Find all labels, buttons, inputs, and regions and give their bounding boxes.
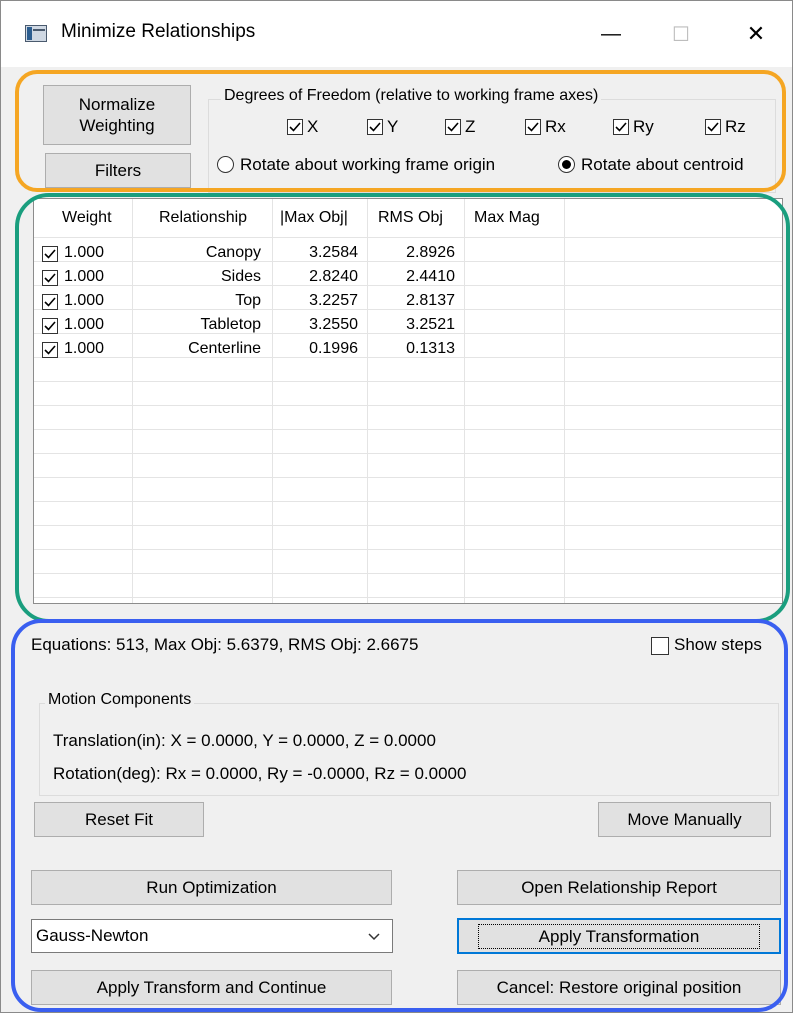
minimize-relationships-window: Minimize Relationships — ☐ ✕ Normalize W… [0,0,793,1013]
close-button[interactable]: ✕ [726,9,786,59]
top-section-highlight [15,70,786,192]
maximize-button[interactable]: ☐ [651,9,711,59]
title-bar: Minimize Relationships — ☐ ✕ [1,1,792,67]
window-title: Minimize Relationships [61,21,256,42]
app-icon [25,25,47,42]
minimize-icon: — [601,22,621,45]
bottom-section-highlight [11,619,788,1012]
close-icon: ✕ [746,21,766,46]
maximize-icon: ☐ [672,23,690,46]
minimize-button[interactable]: — [581,9,641,59]
table-section-highlight [15,193,790,623]
